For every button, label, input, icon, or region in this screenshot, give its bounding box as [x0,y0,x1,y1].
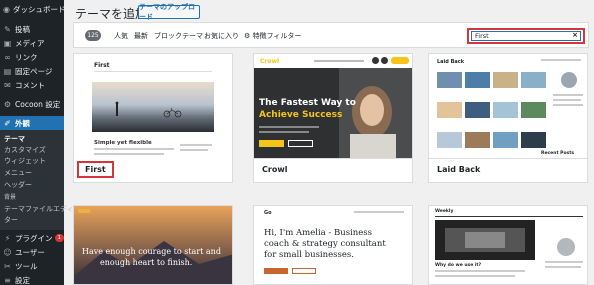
submenu-header[interactable]: ヘッダー [4,180,32,190]
sidebar-item-cocoon[interactable]: ⚙ Cocoon 設定 [0,97,64,111]
preview-site-title: Laid Back [437,59,465,65]
theme-card-crowl[interactable]: Crowl The Fastest Way to Achieve Success… [253,53,413,183]
preview-headline: Have enough courage to start and [82,247,221,256]
theme-name-highlight: First [77,161,114,178]
theme-card-4[interactable]: Have enough courage to start and enough … [73,205,233,285]
brush-icon: ✐ [4,118,11,128]
preview-site-title: First [94,62,110,69]
landscape-image [92,101,214,118]
tab-popular[interactable]: 人気 [114,31,128,41]
gear-icon: ⚙ [3,99,12,109]
theme-screenshot[interactable]: Laid Back Recent Posts [429,54,587,160]
submenu-themes[interactable]: テーマ [4,134,25,144]
admin-sidebar: ◉ ダッシュボード ✎ 投稿 ▣ メディア ∞ リンク ▤ 固定ページ ✉ コメント ⚙ Co… [0,0,74,285]
sidebar-item-tools[interactable]: ✂ ツール [0,259,64,273]
theme-screenshot[interactable]: Crowl The Fastest Way to Achieve Success [254,54,412,160]
search-input[interactable]: First [471,31,581,41]
submenu-widgets[interactable]: ウィジェット [4,156,46,166]
submenu-theme-editor[interactable]: テーマファイルエディ [4,204,74,214]
tab-block-themes[interactable]: ブロックテーマ [154,31,203,41]
sidebar-item-posts[interactable]: ✎ 投稿 [0,22,64,36]
comment-icon: ✉ [4,80,11,90]
sidebar-item-appearance[interactable]: ✐ 外観 [0,116,64,130]
update-badge: 1 [54,234,64,242]
theme-card-laidback[interactable]: Laid Back Recent Posts Laid Back [428,53,588,183]
sidebar-item-settings[interactable]: ≡ 設定 [0,273,64,285]
preview-post-title: Simple yet flexible [94,140,152,146]
sidebar-item-links[interactable]: ∞ リンク [0,50,64,64]
theme-card-5[interactable]: Go Hi, I'm Amelia - Business coach & str… [253,205,413,285]
submenu-background[interactable]: 背景 [4,192,16,201]
user-icon: ☺ [3,247,12,257]
settings-icon: ≡ [4,275,11,285]
theme-card-first[interactable]: First Simple yet flexible First [73,53,233,183]
crowl-hero: The Fastest Way to Achieve Success [254,68,412,160]
preview-image [435,220,535,260]
appearance-submenu: テーマ カスタマイズ ウィジェット メニュー ヘッダー 背景 テーマファイルエデ… [0,130,74,230]
search-highlight: First × [467,28,585,44]
preview-headline-2: coach & strategy consultant [264,239,386,249]
theme-card-6[interactable]: Weekly Why do we use it? [428,205,588,285]
preview-headline: Hi, I'm Amelia - Business [264,228,373,238]
theme-name: Laid Back [429,158,587,182]
preview-post-title: Why do we use it? [435,263,482,268]
submenu-menus[interactable]: メニュー [4,168,32,178]
submenu-theme-editor-cont: ター [4,216,18,224]
submenu-customize[interactable]: カスタマイズ [4,145,46,155]
tool-icon: ✂ [4,261,11,271]
sidebar-item-comments[interactable]: ✉ コメント [0,78,64,92]
crowl-headline-accent: Achieve Success [259,110,343,120]
preview-logo: Go [264,210,272,216]
theme-count: 125 [85,30,101,41]
page-title: テーマを追加 [75,7,148,21]
avatar [561,72,577,88]
filter-bar: 125 人気 最新 ブロックテーマ お気に入り ⚙ 特徴フィルター First … [73,22,589,48]
dashboard-icon: ◉ [3,4,10,14]
sidebar-item-plugins[interactable]: ⚡ プラグイン 1 [0,231,64,245]
crowl-headline: The Fastest Way to [259,98,356,108]
pin-icon: ✎ [4,24,11,34]
crowl-logo: Crowl [260,58,280,65]
sidebar-item-media[interactable]: ▣ メディア [0,36,64,50]
tab-feature-filter[interactable]: ⚙ 特徴フィルター [244,31,301,41]
upload-theme-button[interactable]: テーマのアップロード [138,3,200,21]
preview-headline-2: enough heart to finish. [100,258,193,267]
media-icon: ▣ [3,38,12,48]
link-icon: ∞ [4,52,11,62]
avatar [557,238,575,256]
theme-name: First [74,158,232,182]
gear-icon: ⚙ [244,32,253,40]
sidebar-item-pages[interactable]: ▤ 固定ページ [0,64,64,78]
preview-headline-3: for small businesses. [264,250,354,260]
tab-latest[interactable]: 最新 [134,31,148,41]
theme-screenshot[interactable]: First Simple yet flexible [74,54,232,160]
preview-logo: Weekly [435,209,454,214]
plugin-icon: ⚡ [4,233,11,243]
preview-image [92,82,214,132]
tab-favorites[interactable]: お気に入り [204,31,239,41]
sidebar-item-users[interactable]: ☺ ユーザー [0,245,64,259]
page-icon: ▤ [3,66,12,76]
theme-name: Crowl [254,158,412,182]
close-icon[interactable]: × [572,31,578,39]
sidebar-item-dashboard[interactable]: ◉ ダッシュボード [0,2,65,16]
preview-sidebar-title: Recent Posts [541,151,575,156]
